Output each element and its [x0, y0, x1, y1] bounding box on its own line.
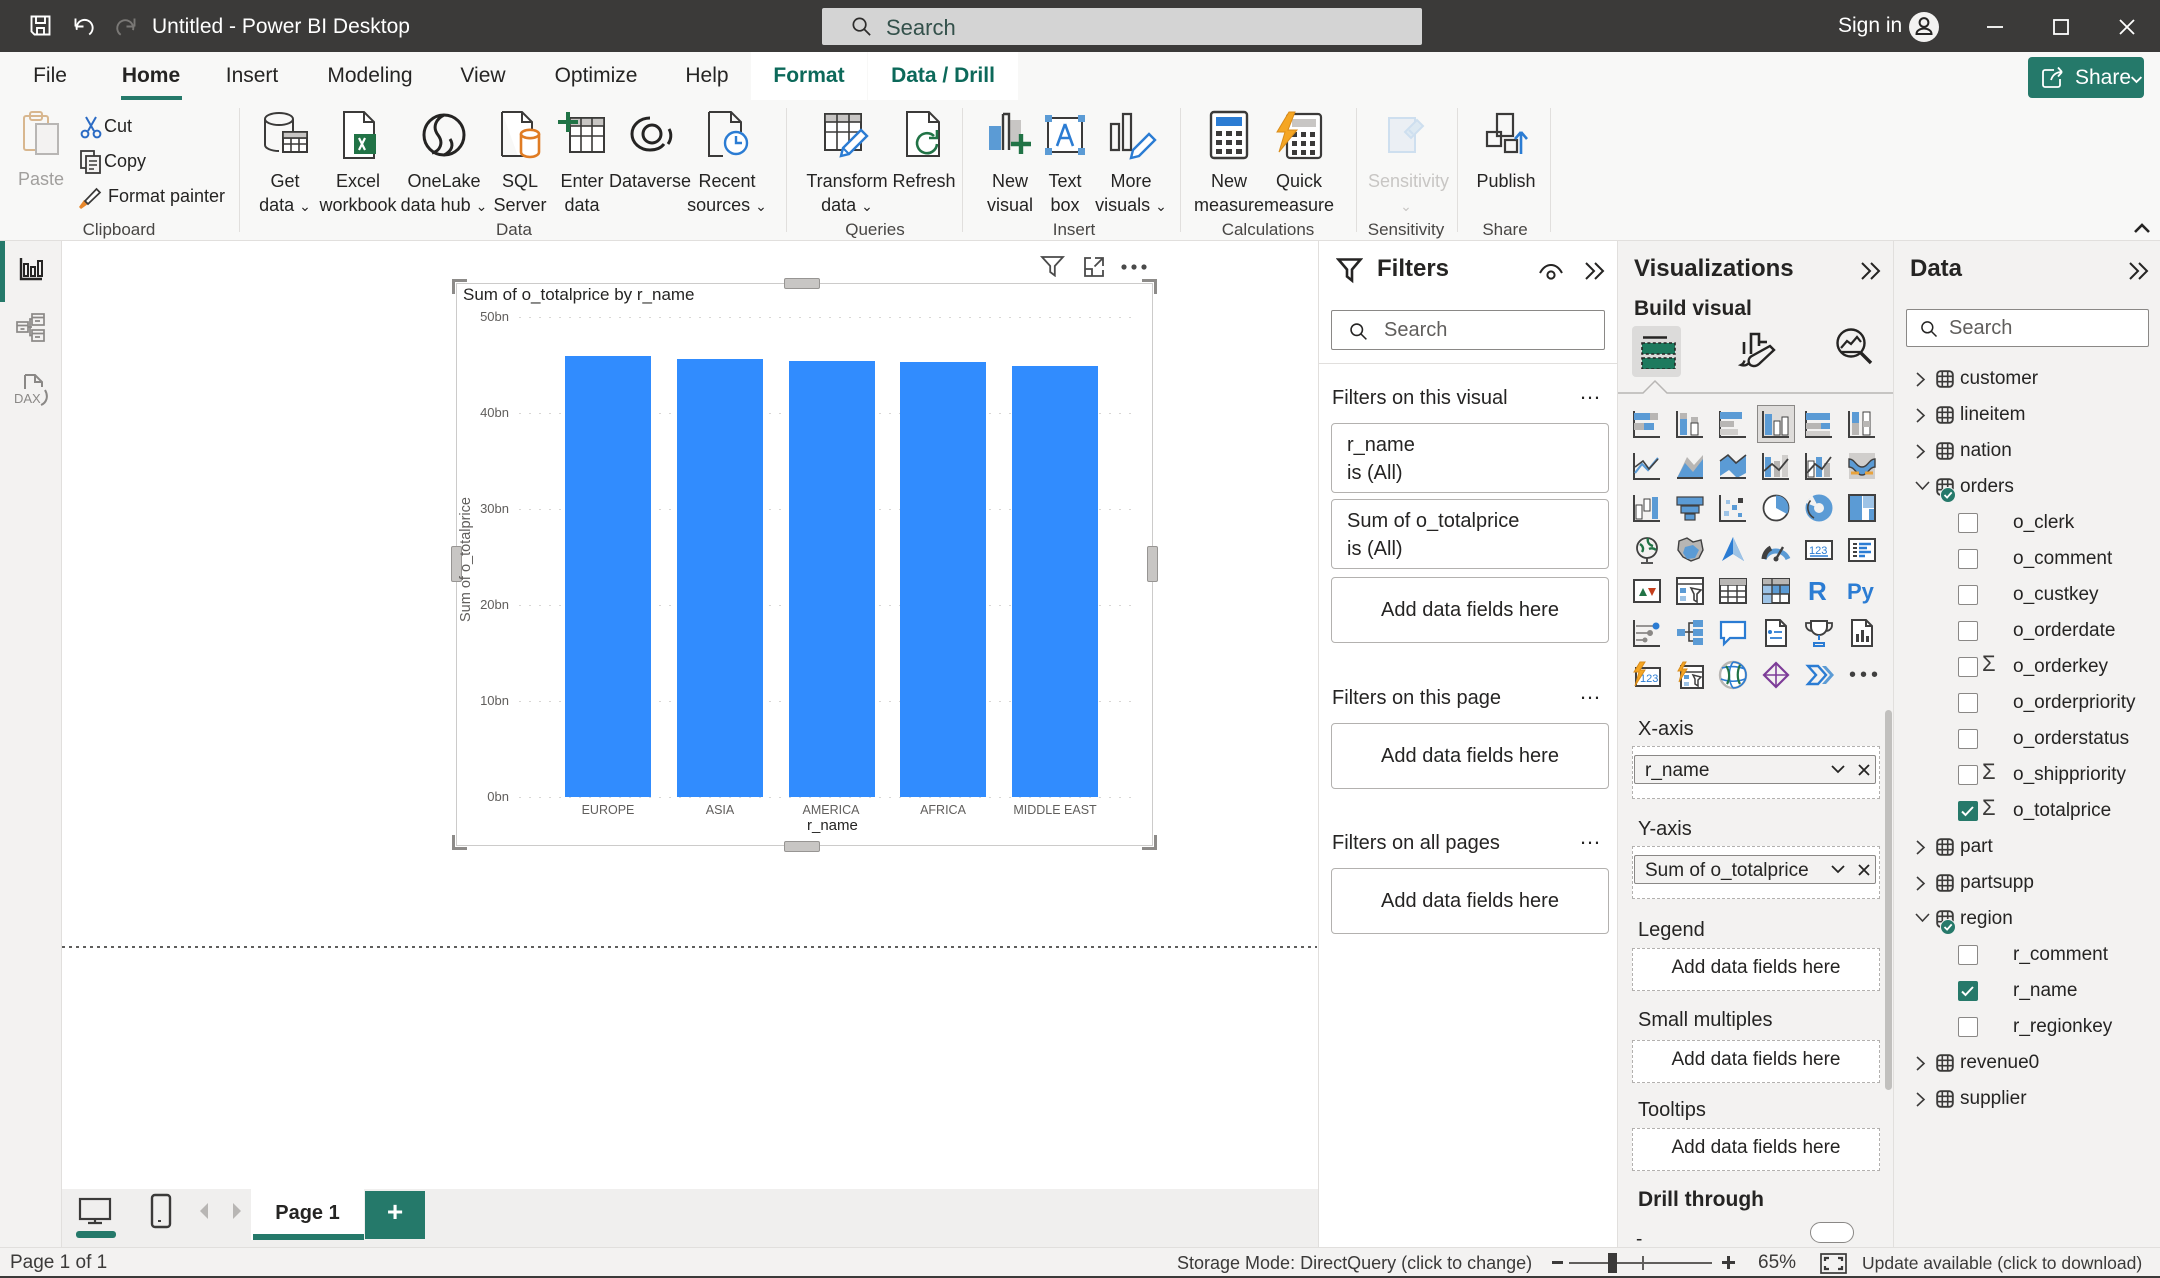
svg-text:Py: Py — [1847, 579, 1875, 604]
svg-text:123: 123 — [1640, 673, 1658, 685]
svg-text:R: R — [1808, 576, 1827, 606]
svg-text:DAX: DAX — [14, 391, 41, 406]
svg-text:123: 123 — [1809, 545, 1827, 557]
